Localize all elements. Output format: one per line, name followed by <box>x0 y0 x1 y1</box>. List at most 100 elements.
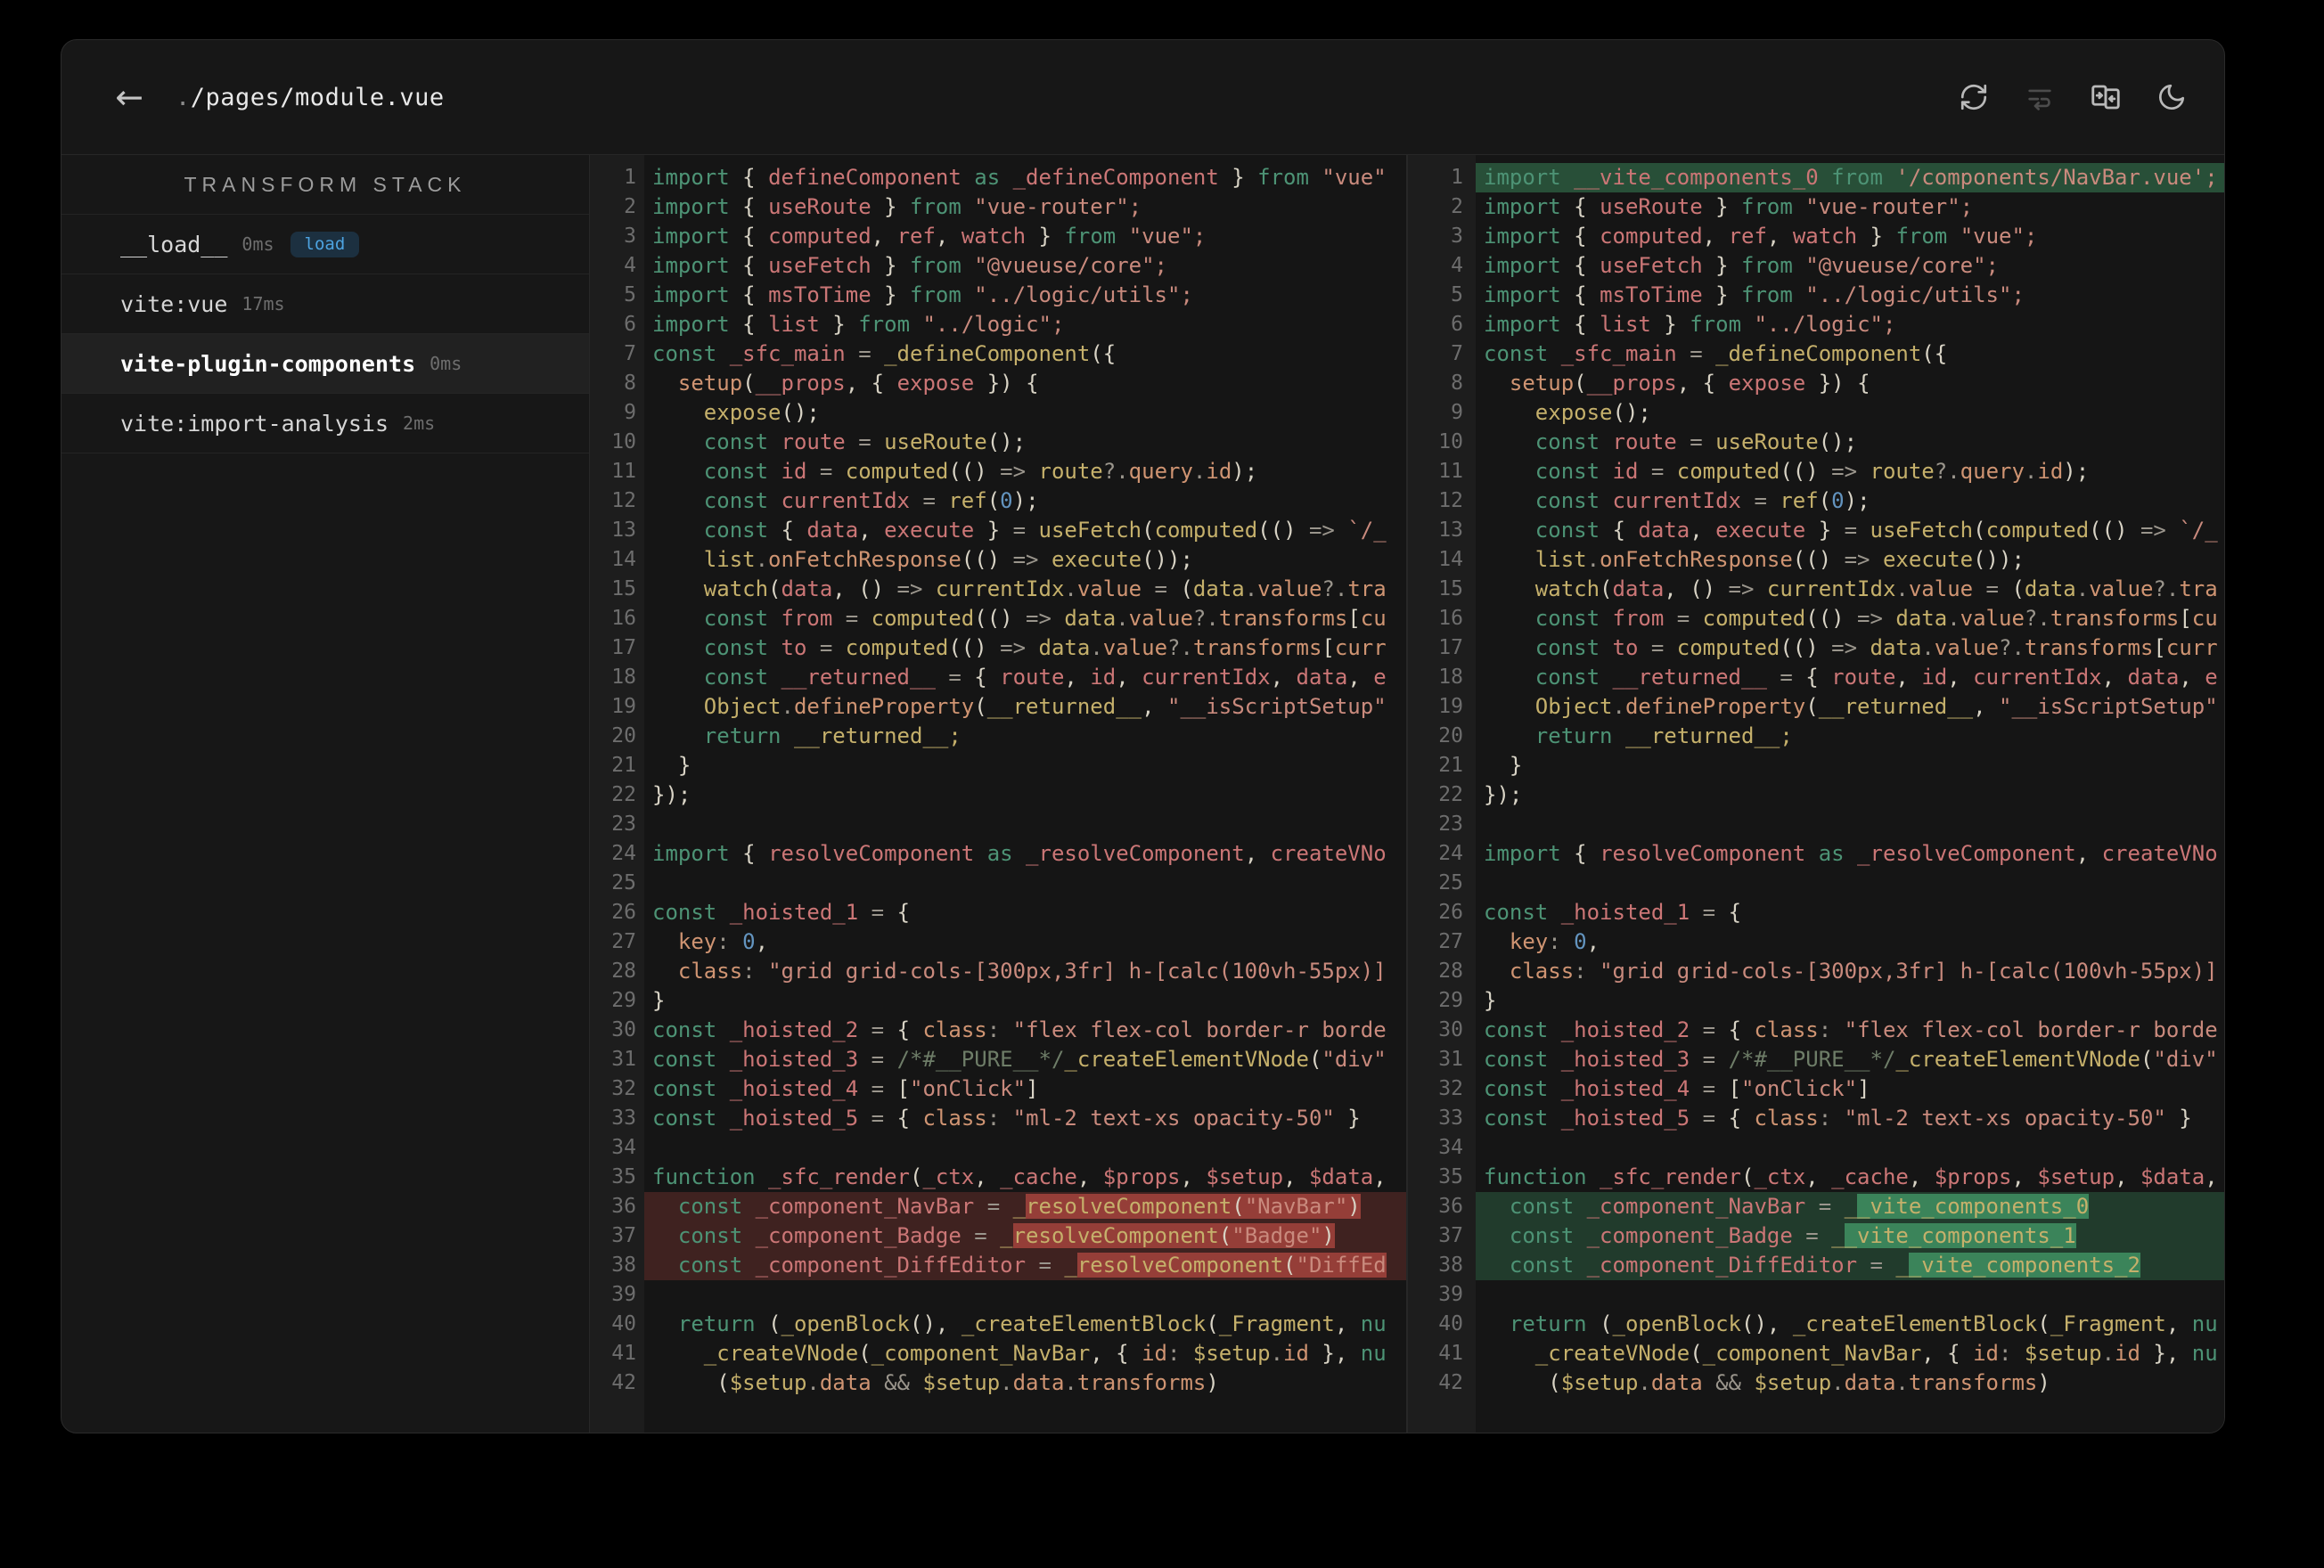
code-token: _component_NavBar <box>1586 1194 1806 1219</box>
line-number: 36 <box>1438 1195 1463 1218</box>
code-token: _cache <box>1000 1164 1077 1189</box>
code-token: = <box>1664 606 1703 631</box>
code-token: watch <box>1534 576 1600 601</box>
code-token: "vue" <box>1322 165 1387 190</box>
code-token: class <box>1754 1017 1819 1042</box>
code-token: $setup <box>1192 1341 1271 1366</box>
code-token: function <box>652 1164 769 1189</box>
code-line: const _hoisted_5 = { class: "ml-2 text-x… <box>644 1104 1406 1133</box>
line-number: 42 <box>1438 1371 1463 1394</box>
code-token: ( <box>1973 518 1986 543</box>
code-token: , { <box>1676 371 1729 396</box>
code-token: __returned__ <box>1818 694 1974 719</box>
line-number-gutter: 1 2 3 4 5 6 7 8 9 10 11 12 13 14 15 16 17 18 19 20 21 22 23 24 2… <box>1408 155 1476 1433</box>
transform-stack-item-vite-import-analysis[interactable]: vite:import-analysis 2ms <box>61 394 589 453</box>
theme-toggle-button[interactable] <box>2155 80 2189 114</box>
code-token: resolveComponent <box>768 841 975 866</box>
code-token: , <box>2179 665 2205 690</box>
side-by-side-button[interactable] <box>2089 80 2123 114</box>
code-line: class: "grid grid-cols-[300px,3fr] h-[ca… <box>644 957 1406 986</box>
code-token: expose <box>1728 371 1806 396</box>
code-token: from <box>1818 165 1896 190</box>
code-token: (() <box>948 635 1001 660</box>
back-button[interactable]: ← <box>108 76 151 118</box>
transform-stack-item-vite-vue[interactable]: vite:vue 17ms <box>61 274 589 334</box>
code-token: const <box>1484 1106 1561 1131</box>
code-token: } <box>1650 312 1690 337</box>
code-token: (() <box>974 606 1027 631</box>
code-token: = <box>858 1106 897 1131</box>
code-token: , { <box>1090 1341 1142 1366</box>
code-token: . <box>2101 1341 2115 1366</box>
code-token: __returned__; <box>1624 723 1793 748</box>
code-token: { <box>974 665 1001 690</box>
code-token: from <box>1257 165 1322 190</box>
code-after[interactable]: import __vite_components_0 from '/compon… <box>1476 155 2224 1433</box>
code-token: = <box>1676 429 1716 454</box>
code-token: value <box>1908 576 1974 601</box>
code-token: , <box>2115 1164 2140 1189</box>
inline-diff-button[interactable] <box>2023 80 2057 114</box>
code-token: tra <box>1347 576 1387 601</box>
code-token: . <box>1895 576 1909 601</box>
code-token: }); <box>1484 782 1523 807</box>
code-token: ?. <box>1322 576 1348 601</box>
code-token: useFetch <box>1600 253 1703 278</box>
code-line: const _hoisted_2 = { class: "flex flex-c… <box>1476 1016 2224 1045</box>
code-token: } <box>652 753 691 778</box>
code-token: "flex flex-col border-r borde <box>1844 1017 2218 1042</box>
code-token: (() <box>1780 459 1832 484</box>
line-number: 13 <box>611 519 636 542</box>
code-token: "../logic/utils"; <box>974 282 1193 307</box>
code-token: { <box>1574 841 1600 866</box>
code-token: data <box>2127 665 2180 690</box>
code-token: data <box>1192 576 1245 601</box>
code-token: Object <box>1534 694 1613 719</box>
code-token: ?. <box>1999 635 2025 660</box>
code-token: . <box>1064 576 1077 601</box>
code-token: ?. <box>1192 606 1219 631</box>
code-token: _cache <box>1831 1164 1909 1189</box>
code-token: transforms <box>1192 635 1322 660</box>
code-token: = <box>832 606 872 631</box>
code-token: , <box>1973 694 1999 719</box>
code-token: { <box>742 194 769 219</box>
transform-stack-item-load[interactable]: __load__ 0ms load <box>61 215 589 274</box>
code-line: } <box>1476 986 2224 1016</box>
code-token: const <box>1484 1017 1561 1042</box>
code-token: (); <box>1818 429 1858 454</box>
code-before[interactable]: import { defineComponent as _defineCompo… <box>644 155 1406 1433</box>
code-token: : <box>1818 1017 1845 1042</box>
refresh-button[interactable] <box>1957 80 1991 114</box>
code-token: from <box>910 282 975 307</box>
code-token: => <box>1831 459 1858 484</box>
code-line: import { msToTime } from "../logic/utils… <box>1476 281 2224 310</box>
code-token: _hoisted_1 <box>729 900 859 925</box>
diff-pane-before: 1 2 3 4 5 6 7 8 9 10 11 12 13 14 15 16 17 18 19 20 21 22 23 24 2… <box>590 155 1406 1433</box>
code-token: (() <box>1780 635 1832 660</box>
code-line: }); <box>1476 780 2224 810</box>
code-token: , <box>1702 224 1729 249</box>
code-token: , <box>1116 665 1142 690</box>
code-line: const _hoisted_2 = { class: "flex flex-c… <box>644 1016 1406 1045</box>
transform-stack-item-vite-plugin-components[interactable]: vite-plugin-components 0ms <box>61 334 589 394</box>
code-line: const _hoisted_5 = { class: "ml-2 text-x… <box>1476 1104 2224 1133</box>
code-token: = <box>1844 518 1870 543</box>
code-line: ($setup.data && $setup.data.transforms) <box>1476 1368 2224 1398</box>
code-token: const <box>703 488 781 513</box>
code-token: { <box>1805 665 1832 690</box>
code-token: = <box>1638 459 1677 484</box>
code-token: : <box>986 1106 1013 1131</box>
code-token: /*#__PURE__*/ <box>896 1047 1065 1072</box>
code-token: . <box>1586 547 1600 572</box>
code-token: const <box>1534 488 1613 513</box>
code-token: const <box>1509 1223 1587 1248</box>
code-token: data <box>819 1370 872 1395</box>
code-token: , <box>2165 1311 2192 1336</box>
